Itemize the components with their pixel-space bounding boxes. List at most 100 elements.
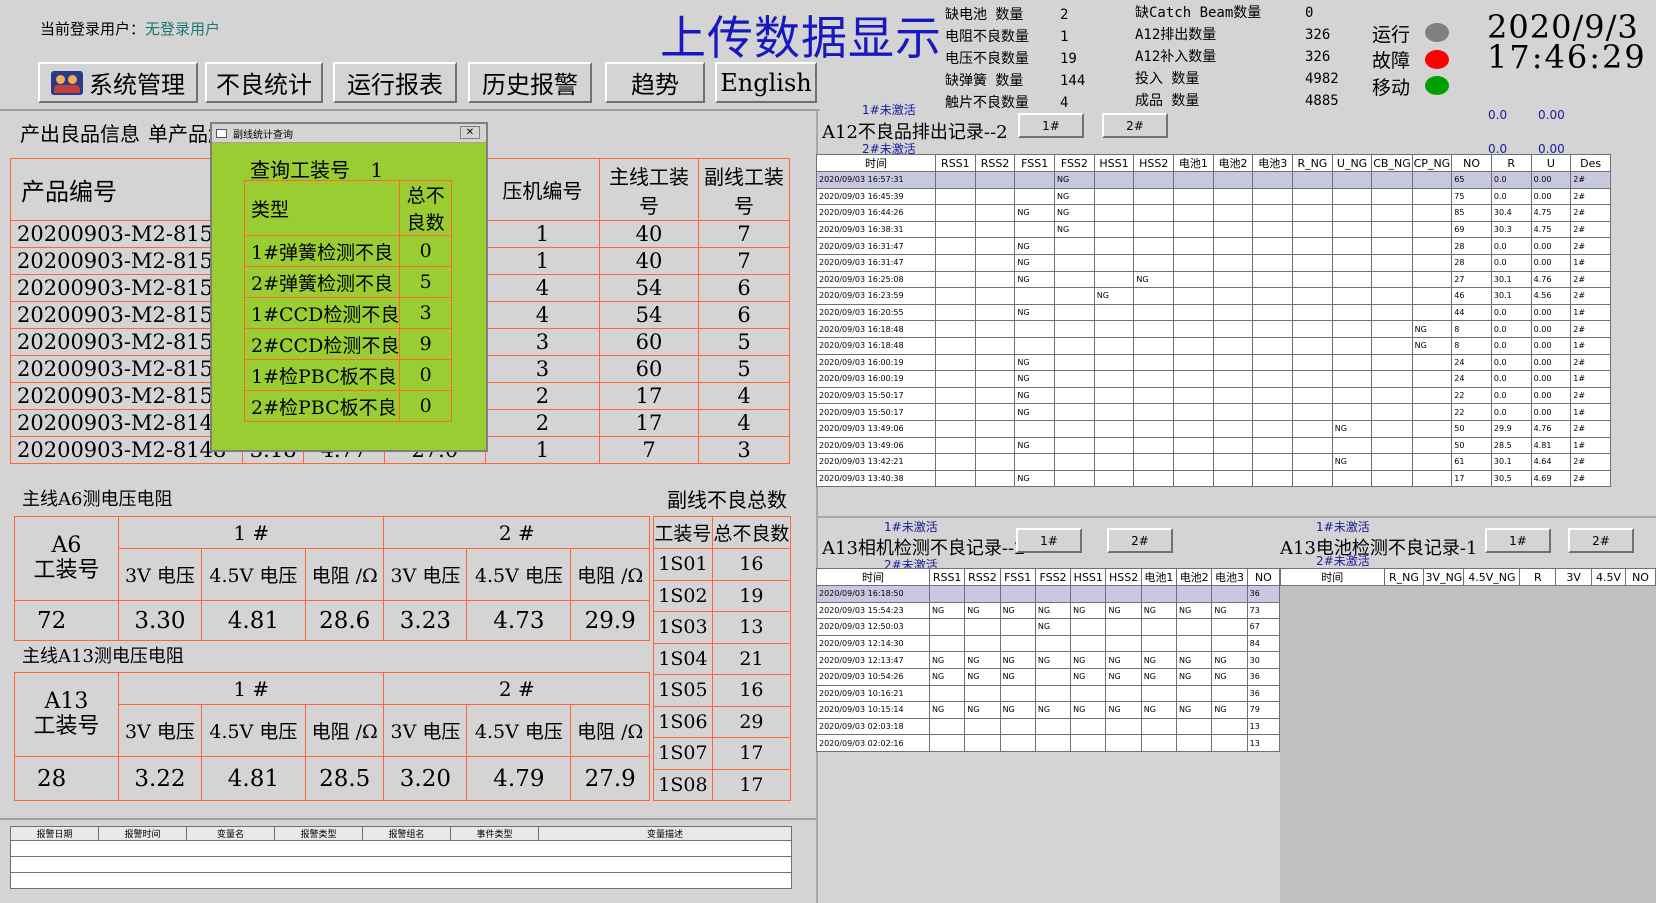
record-cell: NG [1411,320,1453,338]
dialog-close-icon[interactable]: ✕ [460,126,480,139]
record-col-header: FSS1 [1014,154,1056,172]
record-col-header: 电池2 [1212,154,1254,172]
record-row[interactable]: 2020/09/03 16:44:26 NG NG 85 30.4 4.75 2# [815,204,1611,222]
record-cell [1411,403,1453,421]
stat-right-item: 投入 数量 4982 [1135,68,1339,88]
record-cell [1331,204,1373,222]
stat-value: 19 [1060,51,1077,67]
record-row[interactable]: 2020/09/03 10:54:26 NG NG NG NG NG NG NG NG 36 [816,667,1281,686]
record-cell [1331,237,1373,255]
record-cell [1173,419,1214,438]
col-main-fixture: 主线工装号 [599,158,700,221]
record-row[interactable]: 2020/09/03 12:14:30 84 [816,634,1281,653]
record-row[interactable]: 2020/09/03 16:38:31 NG 69 30.3 4.75 2# [815,220,1611,239]
a12-btn-1[interactable]: 1# [1018,113,1084,138]
record-row[interactable]: 2020/09/03 13:40:38 NG 17 30.5 4.69 2# [815,469,1611,488]
record-row[interactable]: 2020/09/03 10:15:14 NG NG NG NG NG NG NG NG NG 79 [816,701,1281,719]
record-time-cell: 2020/09/03 16:31:47 [815,237,937,255]
record-cell: 0.0 [1490,320,1532,338]
record-cell [1173,287,1214,305]
record-cell: 17 [1451,469,1492,488]
record-row[interactable]: 2020/09/03 16:45:39 NG 75 0.0 0.00 2# [815,187,1611,206]
record-cell: NG [999,667,1036,686]
dialog-titlebar[interactable]: 副线统计查询 ✕ [212,124,486,143]
a13bat-btn-2[interactable]: 2# [1568,528,1634,553]
record-row[interactable]: 2020/09/03 16:31:47 NG 28 0.0 0.00 1# [815,253,1611,272]
query-fixture-label-text: 查询工装号 [250,158,350,182]
record-cell [1292,370,1333,388]
record-cell [1212,403,1254,421]
record-row[interactable]: 2020/09/03 16:18:50 36 [816,585,1281,603]
record-row[interactable]: 2020/09/03 13:49:06 NG 50 28.5 4.81 1# [815,436,1611,455]
record-row[interactable]: 2020/09/03 15:50:17 NG 22 0.0 0.00 2# [815,386,1611,405]
sub-line-query-dialog[interactable]: 副线统计查询 ✕ 查询工装号 1 类型 总不良数 1#弹簧检测不良 0 2#弹簧检测… [210,122,488,452]
tab-output-good-info[interactable]: 产出良品信息 [20,118,140,147]
query-fixture-value[interactable]: 1 [370,158,383,182]
record-cell [1054,469,1095,488]
record-cell [1034,667,1072,686]
record-row[interactable]: 2020/09/03 10:16:21 36 [816,684,1281,703]
record-cell [1140,717,1178,736]
record-row[interactable]: 2020/09/03 15:54:23 NG NG NG NG NG NG NG NG NG 73 [816,601,1281,620]
record-cell: 0.00 [1530,237,1572,255]
record-cell: 84 [1246,634,1281,653]
english-button[interactable]: English [715,62,817,103]
record-row[interactable]: 2020/09/03 16:31:47 NG 28 0.0 0.00 2# [815,237,1611,255]
history-alarm-button[interactable]: 历史报警 [468,62,592,103]
record-cell [1093,237,1135,255]
record-cell [935,353,976,372]
record-cell [1411,171,1453,189]
col-type: 类型 [243,180,401,236]
record-cell: 36 [1246,667,1281,686]
record-row[interactable]: 2020/09/03 16:00:19 NG 24 0.0 0.00 2# [815,353,1611,372]
table-row: 1S05 16 [653,674,792,707]
a12-btn-2[interactable]: 2# [1102,113,1168,138]
record-cell [1133,204,1175,222]
record-cell: 0.00 [1530,386,1572,405]
record-row[interactable]: 2020/09/03 02:03:18 13 [816,717,1281,736]
trend-button[interactable]: 趋势 [605,62,705,103]
record-cell [1133,436,1175,455]
record-cell [1105,734,1142,752]
record-cell: 2# [1570,187,1611,206]
record-cell [1105,618,1142,636]
record-row[interactable]: 2020/09/03 16:25:08 NG NG 27 30.1 4.76 2# [815,270,1611,289]
record-row[interactable]: 2020/09/03 16:57:31 NG 65 0.0 0.00 2# [815,171,1611,189]
a13bat-btn-1[interactable]: 1# [1485,528,1551,553]
record-row[interactable]: 2020/09/03 12:50:03 NG 67 [816,618,1281,636]
record-cell [1411,453,1453,471]
record-cell [974,403,1016,421]
record-row[interactable]: 2020/09/03 16:18:48 NG 8 0.0 0.00 1# [815,336,1611,355]
record-cell [935,469,976,488]
defect-stats-button[interactable]: 不良统计 [205,62,323,103]
record-cell [974,303,1016,322]
run-report-button[interactable]: 运行报表 [333,62,457,103]
system-management-button[interactable]: 系统管理 [38,62,198,103]
record-row[interactable]: 2020/09/03 16:20:55 NG 44 0.0 0.00 1# [815,303,1611,322]
record-row[interactable]: 2020/09/03 13:42:21 NG 61 30.1 4.64 2# [815,453,1611,471]
record-row[interactable]: 2020/09/03 15:50:17 NG 22 0.0 0.00 1# [815,403,1611,421]
record-row[interactable]: 2020/09/03 13:49:06 NG 50 29.9 4.76 2# [815,419,1611,438]
record-row[interactable]: 2020/09/03 16:18:48 NG 8 0.0 0.00 2# [815,320,1611,338]
record-time-cell: 2020/09/03 16:31:47 [815,253,937,272]
record-row[interactable]: 2020/09/03 16:00:19 NG 24 0.0 0.00 1# [815,370,1611,388]
record-time-cell: 2020/09/03 02:02:16 [816,734,930,752]
record-col-header: 电池3 [1252,154,1294,172]
record-cell: NG [1176,651,1213,669]
record-row[interactable]: 2020/09/03 16:23:59 NG 46 30.1 4.56 2# [815,287,1611,305]
a13cam-btn-1[interactable]: 1# [1016,528,1082,553]
record-cell [1212,253,1254,272]
record-cell: 46 [1451,287,1492,305]
record-cell: 30 [1246,651,1281,669]
record-cell: NG [1014,270,1056,289]
record-cell [1371,171,1413,189]
record-cell: 2# [1570,419,1611,438]
record-row[interactable]: 2020/09/03 12:13:47 NG NG NG NG NG NG NG NG NG 30 [816,651,1281,669]
a13cam-btn-2[interactable]: 2# [1107,528,1173,553]
record-cell: NG [928,701,966,719]
fixture-id-cell: 1S05 [653,674,713,707]
record-cell [1371,370,1413,388]
fixture-defect-cell: 21 [711,642,792,675]
defect-count-cell: 0 [399,390,452,422]
record-row[interactable]: 2020/09/03 02:02:16 13 [816,734,1281,752]
